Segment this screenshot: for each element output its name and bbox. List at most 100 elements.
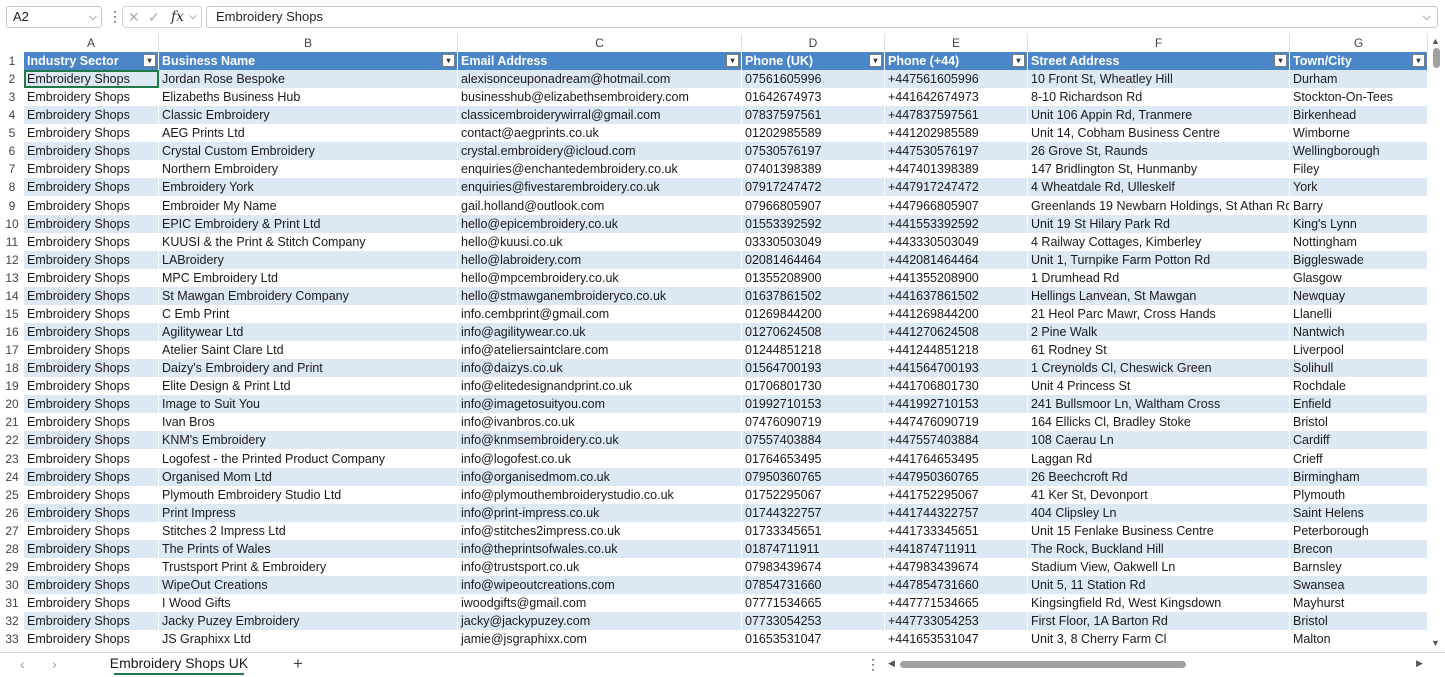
cell-town-city[interactable]: Filey <box>1290 160 1428 179</box>
sheet-tab-embroidery-shops-uk[interactable]: Embroidery Shops UK <box>106 653 252 675</box>
cell-phone-intl[interactable]: +447950360765 <box>885 467 1028 486</box>
cell-phone-uk[interactable]: 01992710153 <box>742 395 885 414</box>
cell-email-address[interactable]: hello@epicembroidery.co.uk <box>458 214 742 233</box>
cell-street-address[interactable]: 108 Caerau Ln <box>1028 431 1290 450</box>
row-number[interactable]: 14 <box>0 286 24 305</box>
cell-town-city[interactable]: Nottingham <box>1290 232 1428 251</box>
cell-phone-intl[interactable]: +447837597561 <box>885 106 1028 125</box>
cell-town-city[interactable]: Barry <box>1290 196 1428 215</box>
cell-phone-intl[interactable]: +447966805907 <box>885 196 1028 215</box>
cell-street-address[interactable]: 4 Wheatdale Rd, Ulleskelf <box>1028 178 1290 197</box>
cell-town-city[interactable]: Glasgow <box>1290 268 1428 287</box>
cell-street-address[interactable]: Hellings Lanvean, St Mawgan <box>1028 286 1290 305</box>
column-header-c[interactable]: C <box>458 34 742 52</box>
column-header-e[interactable]: E <box>885 34 1028 52</box>
row-number[interactable]: 26 <box>0 503 24 522</box>
cell-town-city[interactable]: Biggleswade <box>1290 250 1428 269</box>
cell-street-address[interactable]: Unit 3, 8 Cherry Farm Cl <box>1028 630 1290 649</box>
cell-business-name[interactable]: C Emb Print <box>159 304 458 323</box>
cell-industry-sector[interactable]: Embroidery Shops <box>24 521 159 540</box>
cell-phone-uk[interactable]: 01706801730 <box>742 377 885 396</box>
row-number[interactable]: 4 <box>0 106 24 125</box>
cell-street-address[interactable]: Laggan Rd <box>1028 449 1290 468</box>
cell-phone-intl[interactable]: +441642674973 <box>885 88 1028 107</box>
column-header-g[interactable]: G <box>1290 34 1428 52</box>
cell-industry-sector[interactable]: Embroidery Shops <box>24 557 159 576</box>
cell-phone-intl[interactable]: +441355208900 <box>885 268 1028 287</box>
cell-street-address[interactable]: 404 Clipsley Ln <box>1028 503 1290 522</box>
cell-phone-intl[interactable]: +441706801730 <box>885 377 1028 396</box>
cell-town-city[interactable]: York <box>1290 178 1428 197</box>
header-cell-business-name[interactable]: Business Name ▾ <box>159 52 458 70</box>
vertical-scroll-thumb[interactable] <box>1433 48 1440 68</box>
cell-phone-uk[interactable]: 07561605996 <box>742 70 885 89</box>
cell-street-address[interactable]: 1 Drumhead Rd <box>1028 268 1290 287</box>
cell-street-address[interactable]: First Floor, 1A Barton Rd <box>1028 612 1290 631</box>
cell-industry-sector[interactable]: Embroidery Shops <box>24 142 159 161</box>
row-number[interactable]: 23 <box>0 449 24 468</box>
cell-email-address[interactable]: info@wipeoutcreations.com <box>458 576 742 595</box>
cell-industry-sector[interactable]: Embroidery Shops <box>24 612 159 631</box>
header-cell-street-address[interactable]: Street Address ▾ <box>1028 52 1290 70</box>
cell-phone-uk[interactable]: 01355208900 <box>742 268 885 287</box>
cell-town-city[interactable]: Newquay <box>1290 286 1428 305</box>
cell-town-city[interactable]: King's Lynn <box>1290 214 1428 233</box>
cell-phone-uk[interactable]: 01244851218 <box>742 341 885 360</box>
vertical-scrollbar[interactable]: ▲ ▼ <box>1428 34 1445 652</box>
cell-phone-intl[interactable]: +441874711911 <box>885 539 1028 558</box>
header-cell-phone-intl[interactable]: Phone (+44) ▾ <box>885 52 1028 70</box>
row-number[interactable]: 32 <box>0 612 24 631</box>
cell-business-name[interactable]: Jordan Rose Bespoke <box>159 70 458 89</box>
row-number[interactable]: 10 <box>0 214 24 233</box>
cell-email-address[interactable]: info@plymouthembroiderystudio.co.uk <box>458 485 742 504</box>
cell-industry-sector[interactable]: Embroidery Shops <box>24 268 159 287</box>
cell-business-name[interactable]: KNM's Embroidery <box>159 431 458 450</box>
cell-business-name[interactable]: Agilitywear Ltd <box>159 323 458 342</box>
cell-phone-uk[interactable]: 01269844200 <box>742 304 885 323</box>
cell-business-name[interactable]: AEG Prints Ltd <box>159 124 458 143</box>
cell-street-address[interactable]: 164 Ellicks Cl, Bradley Stoke <box>1028 413 1290 432</box>
filter-dropdown-icon[interactable]: ▾ <box>143 54 156 67</box>
horizontal-scrollbar[interactable] <box>900 661 1410 668</box>
cell-street-address[interactable]: Stadium View, Oakwell Ln <box>1028 557 1290 576</box>
cell-street-address[interactable]: 241 Bullsmoor Ln, Waltham Cross <box>1028 395 1290 414</box>
cell-street-address[interactable]: Unit 15 Fenlake Business Centre <box>1028 521 1290 540</box>
cell-town-city[interactable]: Birmingham <box>1290 467 1428 486</box>
cell-phone-intl[interactable]: +441553392592 <box>885 214 1028 233</box>
cell-street-address[interactable]: 61 Rodney St <box>1028 341 1290 360</box>
row-number[interactable]: 22 <box>0 431 24 450</box>
cell-phone-intl[interactable]: +447917247472 <box>885 178 1028 197</box>
row-number[interactable]: 27 <box>0 521 24 540</box>
cell-industry-sector[interactable]: Embroidery Shops <box>24 467 159 486</box>
cell-street-address[interactable]: Kingsingfield Rd, West Kingsdown <box>1028 594 1290 613</box>
cell-street-address[interactable]: 2 Pine Walk <box>1028 323 1290 342</box>
cell-phone-intl[interactable]: +441269844200 <box>885 304 1028 323</box>
row-number[interactable]: 19 <box>0 377 24 396</box>
cell-phone-intl[interactable]: +441202985589 <box>885 124 1028 143</box>
cell-street-address[interactable]: 26 Beechcroft Rd <box>1028 467 1290 486</box>
chevron-down-icon[interactable]: ⌵ <box>189 11 197 22</box>
row-number[interactable]: 9 <box>0 196 24 215</box>
row-number[interactable]: 29 <box>0 557 24 576</box>
cell-phone-uk[interactable]: 01642674973 <box>742 88 885 107</box>
cell-street-address[interactable]: 10 Front St, Wheatley Hill <box>1028 70 1290 89</box>
more-options-icon[interactable]: ⋮ <box>866 656 880 673</box>
cell-business-name[interactable]: Embroidery York <box>159 178 458 197</box>
cell-email-address[interactable]: info@elitedesignandprint.co.uk <box>458 377 742 396</box>
cell-phone-uk[interactable]: 07983439674 <box>742 557 885 576</box>
cell-phone-uk[interactable]: 01564700193 <box>742 359 885 378</box>
row-number[interactable]: 12 <box>0 250 24 269</box>
row-number[interactable]: 2 <box>0 70 24 89</box>
cell-email-address[interactable]: enquiries@enchantedembroidery.co.uk <box>458 160 742 179</box>
cell-business-name[interactable]: Image to Suit You <box>159 395 458 414</box>
row-number[interactable]: 6 <box>0 142 24 161</box>
cell-industry-sector[interactable]: Embroidery Shops <box>24 449 159 468</box>
cell-industry-sector[interactable]: Embroidery Shops <box>24 178 159 197</box>
row-number[interactable]: 13 <box>0 268 24 287</box>
cell-town-city[interactable]: Stockton-On-Tees <box>1290 88 1428 107</box>
cell-phone-intl[interactable]: +447983439674 <box>885 557 1028 576</box>
row-number[interactable]: 16 <box>0 323 24 342</box>
select-all-corner[interactable] <box>0 34 24 52</box>
cell-phone-uk[interactable]: 07771534665 <box>742 594 885 613</box>
next-sheet-icon[interactable]: › <box>52 656 57 672</box>
